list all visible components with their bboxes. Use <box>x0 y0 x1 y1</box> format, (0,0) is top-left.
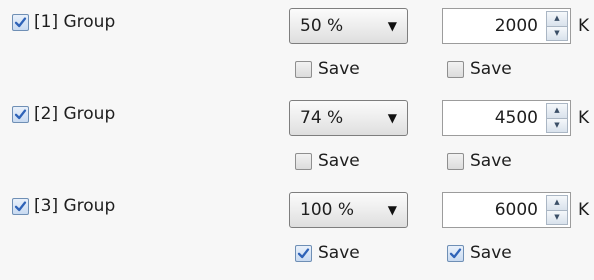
group-checkbox[interactable] <box>12 13 29 31</box>
save-checkbox-left[interactable] <box>295 244 312 262</box>
save-checkbox-left[interactable] <box>295 60 312 78</box>
unit-label: K <box>578 108 590 128</box>
save-toggle-right[interactable]: Save <box>447 241 512 265</box>
group-row: [3] Group 100 % ▼ 6000 ▲ ▼ K Save Save <box>0 184 594 276</box>
value-spinbox[interactable]: 4500 ▲ ▼ <box>442 100 571 136</box>
spin-buttons: ▲ ▼ <box>546 103 568 133</box>
group-toggle[interactable]: [2] Group <box>12 102 115 126</box>
value-input[interactable]: 2000 <box>495 9 538 43</box>
group-label: [2] Group <box>34 104 116 124</box>
chevron-down-icon: ▼ <box>387 203 397 217</box>
group-label: [3] Group <box>34 196 116 216</box>
save-toggle-left[interactable]: Save <box>295 149 360 173</box>
group-toggle[interactable]: [3] Group <box>12 194 115 218</box>
save-checkbox-right[interactable] <box>447 244 464 262</box>
save-checkbox-left[interactable] <box>295 152 312 170</box>
spin-down-icon[interactable]: ▼ <box>546 118 568 133</box>
spin-buttons: ▲ ▼ <box>546 195 568 225</box>
percent-dropdown[interactable]: 50 % ▼ <box>289 8 408 44</box>
unit-label: K <box>578 200 590 220</box>
value-spinbox[interactable]: 2000 ▲ ▼ <box>442 8 571 44</box>
checkmark-icon <box>14 200 27 211</box>
percent-value: 74 % <box>300 108 344 128</box>
checkmark-icon <box>449 247 462 258</box>
checkmark-icon <box>297 247 310 258</box>
percent-value: 50 % <box>300 16 344 36</box>
group-label: [1] Group <box>34 12 116 32</box>
chevron-down-icon: ▼ <box>387 19 397 33</box>
save-toggle-right[interactable]: Save <box>447 57 512 81</box>
save-toggle-left[interactable]: Save <box>295 241 360 265</box>
percent-value: 100 % <box>300 200 355 220</box>
group-checkbox[interactable] <box>12 105 29 123</box>
spin-down-icon[interactable]: ▼ <box>546 210 568 225</box>
save-toggle-left[interactable]: Save <box>295 57 360 81</box>
save-label-right: Save <box>470 59 512 79</box>
value-input[interactable]: 4500 <box>495 101 538 135</box>
save-label-left: Save <box>318 59 360 79</box>
chevron-down-icon: ▼ <box>387 111 397 125</box>
save-checkbox-right[interactable] <box>447 152 464 170</box>
save-toggle-right[interactable]: Save <box>447 149 512 173</box>
group-row: [2] Group 74 % ▼ 4500 ▲ ▼ K Save Save <box>0 92 594 184</box>
checkmark-icon <box>14 16 27 27</box>
save-checkbox-right[interactable] <box>447 60 464 78</box>
save-label-left: Save <box>318 151 360 171</box>
percent-dropdown[interactable]: 74 % ▼ <box>289 100 408 136</box>
value-input[interactable]: 6000 <box>495 193 538 227</box>
value-spinbox[interactable]: 6000 ▲ ▼ <box>442 192 571 228</box>
percent-dropdown[interactable]: 100 % ▼ <box>289 192 408 228</box>
save-label-right: Save <box>470 243 512 263</box>
group-toggle[interactable]: [1] Group <box>12 10 115 34</box>
save-label-left: Save <box>318 243 360 263</box>
spin-up-icon[interactable]: ▲ <box>546 11 568 27</box>
checkmark-icon <box>14 108 27 119</box>
spin-up-icon[interactable]: ▲ <box>546 195 568 211</box>
spin-down-icon[interactable]: ▼ <box>546 26 568 41</box>
spin-up-icon[interactable]: ▲ <box>546 103 568 119</box>
group-row: [1] Group 50 % ▼ 2000 ▲ ▼ K Save Save <box>0 0 594 92</box>
spin-buttons: ▲ ▼ <box>546 11 568 41</box>
group-checkbox[interactable] <box>12 197 29 215</box>
unit-label: K <box>578 16 590 36</box>
save-label-right: Save <box>470 151 512 171</box>
